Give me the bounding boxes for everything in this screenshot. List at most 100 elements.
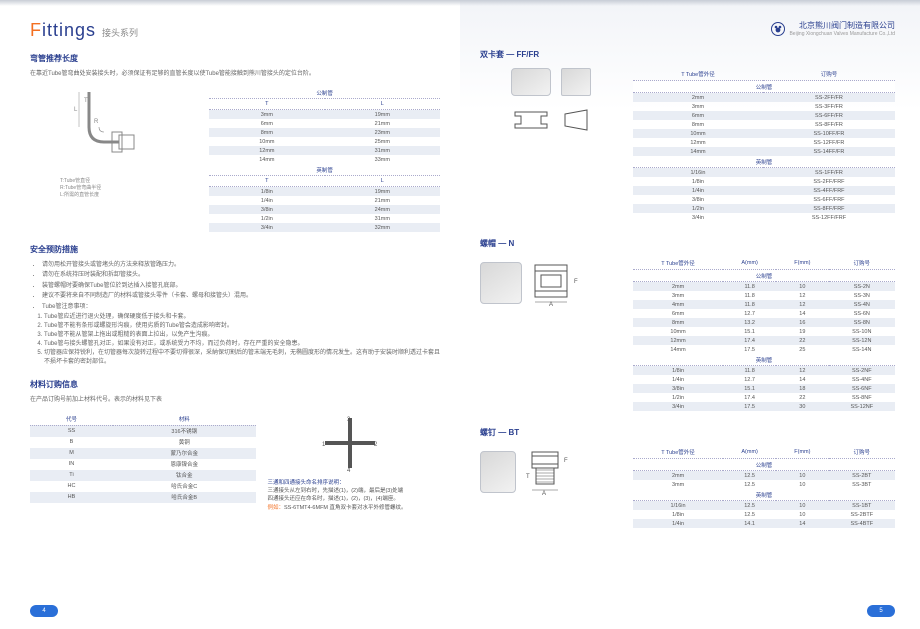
sec1-desc: 在靠近Tube管弯曲处安装接头时，必须保证有足够的直管长度以使Tube管能接触到… bbox=[30, 70, 440, 79]
table-row: 8mmSS-8FF/FR bbox=[633, 120, 895, 129]
list-item: Tube管不能从管架上拖出或粗糙的表面上拉出，以免产生沟痕。 bbox=[44, 331, 440, 340]
table-row: 1/8inSS-2FF/FRF bbox=[633, 177, 895, 186]
safety-numbered: Tube管应近进行退火处理，确保硬度低于接头和卡套。Tube管不能有条形或螺旋形… bbox=[30, 313, 440, 367]
table-row: 1/8in11.812SS-2NF bbox=[633, 366, 895, 376]
table-row: 3mm11.812SS-3N bbox=[633, 291, 895, 300]
title-cn: 接头系列 bbox=[102, 26, 138, 39]
bear-icon bbox=[771, 22, 785, 36]
diag-r: R:Tube管弯曲半径 bbox=[60, 184, 101, 191]
table-row: HB哈氏合金B bbox=[30, 492, 256, 503]
table-row: 1/16in12.510SS-1BT bbox=[633, 501, 895, 511]
header-right: 北京熊川阀门制造有限公司 Beijing Xiongchuan Valves M… bbox=[480, 20, 895, 37]
page-num-right: 5 bbox=[867, 605, 895, 617]
table-row: 3mm12.510SS-3BT bbox=[633, 480, 895, 489]
table-row: 12mm17.422SS-12N bbox=[633, 336, 895, 345]
svg-text:F: F bbox=[574, 279, 578, 285]
bend-diagram: L T R T:Tube管直径 R:Tube管弯曲半径 L:所需的直管长度 bbox=[30, 87, 197, 198]
ferrule-table: T Tube管外径订购号 公制管 2mmSS-2FF/FR3mmSS-3FF/F… bbox=[633, 68, 895, 222]
page-num-left: 4 bbox=[30, 605, 58, 617]
table-row: 2mmSS-2FF/FR bbox=[633, 93, 895, 103]
table-row: 14mm17.525SS-14N bbox=[633, 345, 895, 354]
svg-text:R: R bbox=[94, 119, 99, 125]
svg-text:L: L bbox=[74, 107, 78, 113]
table-row: 10mm15.119SS-10N bbox=[633, 327, 895, 336]
company-logo: 北京熊川阀门制造有限公司 Beijing Xiongchuan Valves M… bbox=[771, 20, 895, 37]
table-row: 3/8in15.118SS-6NF bbox=[633, 384, 895, 393]
table-row: 1/4in12.714SS-4NF bbox=[633, 375, 895, 384]
list-item: Tube管注意事项： bbox=[42, 303, 440, 311]
company-en: Beijing Xiongchuan Valves Manufacture Co… bbox=[789, 31, 895, 37]
table-row: 8mm23mm bbox=[209, 128, 440, 137]
svg-text:F: F bbox=[564, 458, 568, 464]
plug-photo bbox=[480, 451, 516, 493]
table-row: 10mmSS-10FF/FR bbox=[633, 129, 895, 138]
cross-ln3: 四通接头还应在命名时，描述(1)，(2)，(3)，(4)端座。 bbox=[268, 495, 432, 503]
section-plug: 螺钉 — BT T F A bbox=[480, 427, 895, 528]
table-row: 1/2inSS-8FF/FRF bbox=[633, 204, 895, 213]
table-row: 3/4inSS-12FF/FRF bbox=[633, 213, 895, 222]
table-row: 1/8in19mm bbox=[209, 187, 440, 197]
table-row: 6mmSS-6FF/FR bbox=[633, 111, 895, 120]
table-row: 2mm12.510SS-2BT bbox=[633, 471, 895, 481]
table-row: 6mm21mm bbox=[209, 119, 440, 128]
table-row: 1/4in21mm bbox=[209, 196, 440, 205]
table-row: 3mm19mm bbox=[209, 110, 440, 120]
table-row: 1/16inSS-1FF/FR bbox=[633, 168, 895, 178]
list-item: 请勿在系统持压时装配和拆卸管接头。 bbox=[42, 271, 440, 279]
cross-ln4a: 例如： bbox=[268, 505, 285, 511]
nut-table: T Tube管外径 A(mm) F(mm) 订购号 公制管 2mm11.810S… bbox=[633, 257, 895, 411]
svg-text:A: A bbox=[549, 302, 553, 307]
diag-l: L:所需的直管长度 bbox=[60, 191, 101, 198]
sec3-desc: 在产品订购号前加上材料代号。表示的材料见下表 bbox=[30, 396, 440, 405]
list-item: 请勿用松开管接头或管堵头的方法来释放管路压力。 bbox=[42, 261, 440, 269]
nut-photo bbox=[480, 262, 522, 304]
title-en-rest: ittings bbox=[42, 20, 96, 40]
section-nut: 螺帽 — N F A bbox=[480, 238, 895, 411]
cross-ln2: 三通接头从左到右时，先描述(1)，(2)端，最后是(3)处端 bbox=[268, 487, 432, 495]
safety-bullets: 请勿用松开管接头或管堵头的方法来释放管路压力。请勿在系统持压时装配和拆卸管接头。… bbox=[30, 261, 440, 311]
list-item: 装管螺帽时要确保Tube管位於到达插入接管孔底部。 bbox=[42, 282, 440, 290]
ferrule-photo-1 bbox=[511, 68, 551, 96]
rsec1-title: 双卡套 — FF/FR bbox=[480, 49, 895, 60]
table-row: 2mm11.810SS-2N bbox=[633, 282, 895, 292]
diag-t: T:Tube管直径 bbox=[60, 177, 101, 184]
table-row: 3/8inSS-6FF/FRF bbox=[633, 195, 895, 204]
section-material-order: 材料订购信息 在产品订购号前加上材料代号。表示的材料见下表 代号材料 SS316… bbox=[30, 379, 440, 512]
table-row: 1/2in31mm bbox=[209, 214, 440, 223]
material-table: 代号材料 SS316不锈钢B黄铜M蒙乃尔合金IN恩康镍合金Ti钛合金HC哈氏合金… bbox=[30, 413, 256, 503]
list-item: 建议不要将来自不同制造厂的材料或管接头零件（卡套、螺母和接管头）混用。 bbox=[42, 292, 440, 300]
title-f: F bbox=[30, 20, 42, 40]
table-row: Ti钛合金 bbox=[30, 470, 256, 481]
cross-diagram: 1 2 3 4 bbox=[268, 413, 432, 473]
header-left: Fittings 接头系列 bbox=[30, 20, 440, 41]
svg-text:2: 2 bbox=[374, 442, 378, 448]
table-row: 14mmSS-14FF/FR bbox=[633, 147, 895, 156]
section-double-ferrule: 双卡套 — FF/FR T Tube管外径订购号 公制管 bbox=[480, 49, 895, 222]
table-row: 1/8in12.510SS-2BTF bbox=[633, 510, 895, 519]
table-row: 8mm13.216SS-8N bbox=[633, 318, 895, 327]
table-row: HC哈氏合金C bbox=[30, 481, 256, 492]
table-row: 3/4in17.530SS-12NF bbox=[633, 402, 895, 411]
rsec2-title: 螺帽 — N bbox=[480, 238, 895, 249]
ferrule-line-diagram bbox=[511, 106, 591, 134]
list-item: Tube管应近进行退火处理，确保硬度低于接头和卡套。 bbox=[44, 313, 440, 322]
sec2-title: 安全预防措施 bbox=[30, 244, 440, 255]
table-row: IN恩康镍合金 bbox=[30, 459, 256, 470]
cross-ln4b: SS-6TMT4-6MFM 直角双卡套对水平外修管螺纹。 bbox=[284, 505, 407, 511]
table-row: 1/4inSS-4FF/FRF bbox=[633, 186, 895, 195]
svg-text:T: T bbox=[84, 98, 88, 104]
list-item: Tube管不能有条形或螺旋形沟痕，使用劣质的Tube管会造成影响密封。 bbox=[44, 322, 440, 331]
table-row: 3/8in24mm bbox=[209, 205, 440, 214]
table-row: 12mmSS-12FF/FR bbox=[633, 138, 895, 147]
table-row: 4mm11.812SS-4N bbox=[633, 300, 895, 309]
table-row: 3/4in32mm bbox=[209, 223, 440, 232]
cross-ln1: 三通和四通接头命名排序说明： bbox=[268, 479, 432, 487]
list-item: Tube管与接头螺管孔对正，如果没有对正，或系统受力不均，而过负荷时，存在严重的… bbox=[44, 340, 440, 349]
company-cn: 北京熊川阀门制造有限公司 bbox=[789, 20, 895, 31]
list-item: 切管器应保持锐利，在切管器每次旋转过程中不要切得很深，采納保切割后的管末端无毛刺… bbox=[44, 349, 440, 367]
section-safety: 安全预防措施 请勿用松开管接头或管堵头的方法来释放管路压力。请勿在系统持压时装配… bbox=[30, 244, 440, 367]
table-row: 1/4in14.114SS-4BTF bbox=[633, 519, 895, 528]
ferrule-photo-2 bbox=[561, 68, 591, 96]
sec3-title: 材料订购信息 bbox=[30, 379, 440, 390]
table-row: 6mm12.714SS-6N bbox=[633, 309, 895, 318]
